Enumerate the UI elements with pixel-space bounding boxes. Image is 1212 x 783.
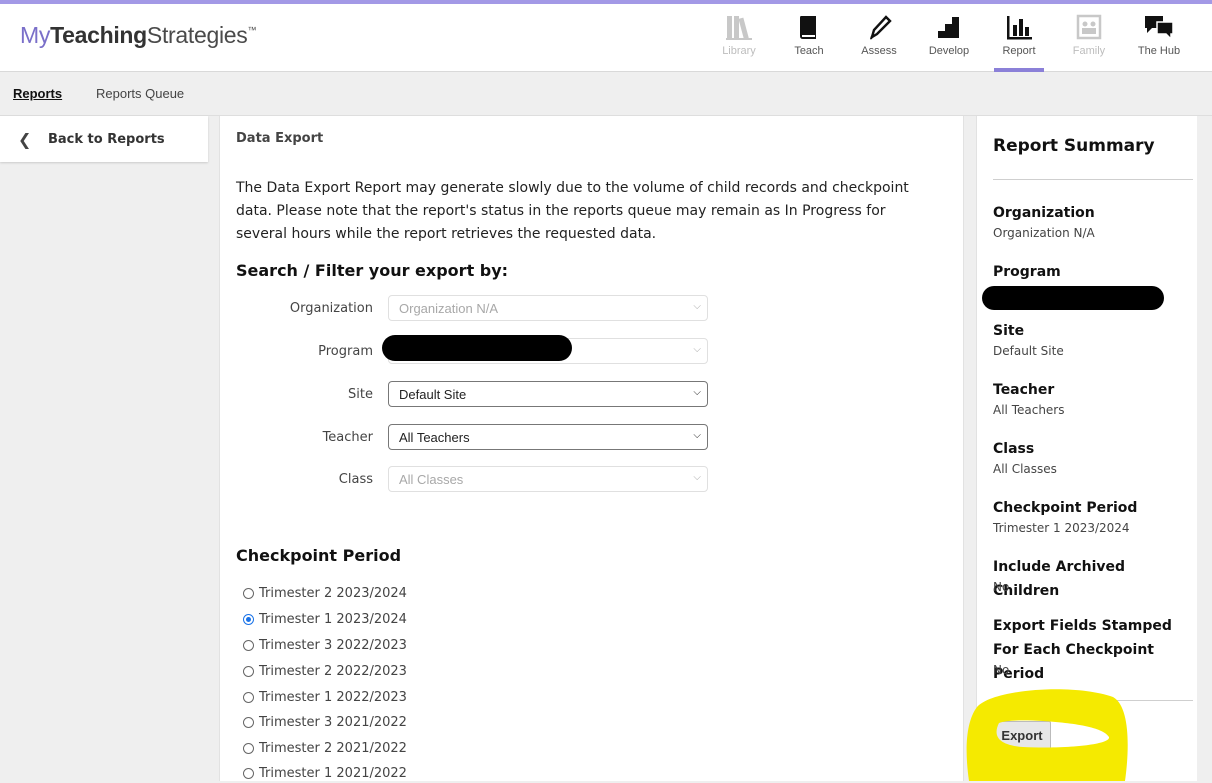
organization-filter-row: Organization Organization N/A ⌵: [220, 295, 963, 323]
checkpoint-option[interactable]: Trimester 2 2022/2023: [243, 661, 407, 681]
pencil-icon: [844, 13, 914, 41]
chevron-down-icon: ⌵: [693, 344, 701, 355]
summary-archived-value: No: [993, 580, 1010, 594]
radio-button[interactable]: [243, 691, 254, 703]
back-to-reports-link[interactable]: ❮ Back to Reports: [0, 116, 208, 162]
summary-class-value: All Classes: [993, 462, 1057, 476]
summary-checkpoint-value: Trimester 1 2023/2024: [993, 521, 1130, 535]
stairs-icon: [914, 13, 984, 41]
report-summary-panel: Report Summary Organization Organization…: [976, 116, 1197, 781]
nav-develop[interactable]: Develop: [914, 4, 984, 71]
chevron-down-icon: ⌵: [693, 472, 701, 483]
radio-button[interactable]: [243, 716, 254, 728]
books-icon: [704, 13, 774, 41]
teacher-select[interactable]: All Teachers ⌵: [388, 424, 708, 450]
checkpoint-option[interactable]: Trimester 1 2021/2022: [243, 763, 407, 783]
main-nav: Library Teach Assess Develop Report Fami…: [704, 4, 1194, 72]
redaction-mark: [382, 335, 572, 361]
class-filter-row: Class All Classes ⌵: [220, 466, 963, 494]
back-to-reports-label: Back to Reports: [48, 132, 165, 147]
summary-program-label: Program: [993, 264, 1061, 280]
nav-the-hub[interactable]: The Hub: [1124, 4, 1194, 71]
checkpoint-option[interactable]: Trimester 3 2021/2022: [243, 712, 407, 732]
summary-stamped-value: No: [993, 663, 1010, 677]
panel-title: Data Export: [236, 131, 324, 146]
summary-teacher-value: All Teachers: [993, 403, 1065, 417]
radio-button[interactable]: [243, 665, 254, 677]
checkpoint-option[interactable]: Trimester 1 2023/2024: [243, 609, 407, 629]
checkpoint-option[interactable]: Trimester 2 2021/2022: [243, 738, 407, 758]
summary-site-label: Site: [993, 323, 1025, 339]
radio-button[interactable]: [243, 587, 254, 599]
chevron-down-icon: ⌵: [693, 301, 701, 312]
summary-site-value: Default Site: [993, 344, 1064, 358]
nav-teach[interactable]: Teach: [774, 4, 844, 71]
nav-assess[interactable]: Assess: [844, 4, 914, 71]
organization-label: Organization: [289, 301, 373, 316]
site-filter-row: Site Default Site ⌵: [220, 381, 963, 409]
program-filter-row: Program ⌵: [220, 338, 963, 366]
class-label: Class: [338, 472, 373, 487]
redaction-mark: [982, 286, 1164, 310]
teacher-label: Teacher: [322, 430, 373, 445]
book-icon: [774, 13, 844, 41]
summary-organization-value: Organization N/A: [993, 226, 1095, 240]
summary-class-label: Class: [993, 441, 1035, 457]
bar-chart-icon: [984, 13, 1054, 41]
radio-button-selected[interactable]: [243, 613, 254, 625]
checkpoint-option[interactable]: Trimester 1 2022/2023: [243, 687, 407, 707]
slow-report-notice: The Data Export Report may generate slow…: [236, 180, 909, 242]
divider: [993, 700, 1193, 701]
chevron-down-icon: ⌵: [693, 430, 701, 441]
summary-stamped-label: Export Fields Stamped For Each Checkpoin…: [993, 618, 1172, 682]
radio-button[interactable]: [243, 742, 254, 754]
radio-button[interactable]: [243, 639, 254, 651]
logo[interactable]: MyTeachingStrategies™: [20, 22, 256, 49]
site-label: Site: [348, 387, 373, 402]
chat-bubbles-icon: [1124, 13, 1194, 41]
chevron-left-icon: ❮: [18, 130, 32, 149]
summary-checkpoint-label: Checkpoint Period: [993, 500, 1138, 516]
chevron-down-icon: ⌵: [693, 387, 701, 398]
class-select[interactable]: All Classes ⌵: [388, 466, 708, 492]
nav-family[interactable]: Family: [1054, 4, 1124, 71]
organization-select[interactable]: Organization N/A ⌵: [388, 295, 708, 321]
summary-archived-label: Include Archived Children: [993, 559, 1126, 599]
sub-navigation: Reports Reports Queue: [0, 72, 1212, 116]
divider: [993, 179, 1193, 180]
site-select[interactable]: Default Site ⌵: [388, 381, 708, 407]
data-export-panel: Data Export The Data Export Report may g…: [219, 116, 964, 781]
report-summary-title: Report Summary: [993, 136, 1155, 156]
summary-organization-label: Organization: [993, 205, 1095, 221]
checkpoint-option[interactable]: Trimester 2 2023/2024: [243, 583, 407, 603]
program-label: Program: [318, 344, 373, 359]
family-photo-icon: [1054, 13, 1124, 41]
nav-report[interactable]: Report: [984, 4, 1054, 72]
tab-reports-queue[interactable]: Reports Queue: [96, 86, 184, 101]
summary-teacher-label: Teacher: [993, 382, 1055, 398]
checkpoint-period-heading: Checkpoint Period: [236, 546, 402, 565]
export-button[interactable]: Export: [993, 721, 1051, 751]
checkpoint-option[interactable]: Trimester 3 2022/2023: [243, 635, 407, 655]
teacher-filter-row: Teacher All Teachers ⌵: [220, 424, 963, 452]
radio-button[interactable]: [243, 767, 254, 779]
tab-reports[interactable]: Reports: [13, 86, 62, 101]
search-filter-heading: Search / Filter your export by:: [236, 261, 509, 280]
nav-library[interactable]: Library: [704, 4, 774, 71]
